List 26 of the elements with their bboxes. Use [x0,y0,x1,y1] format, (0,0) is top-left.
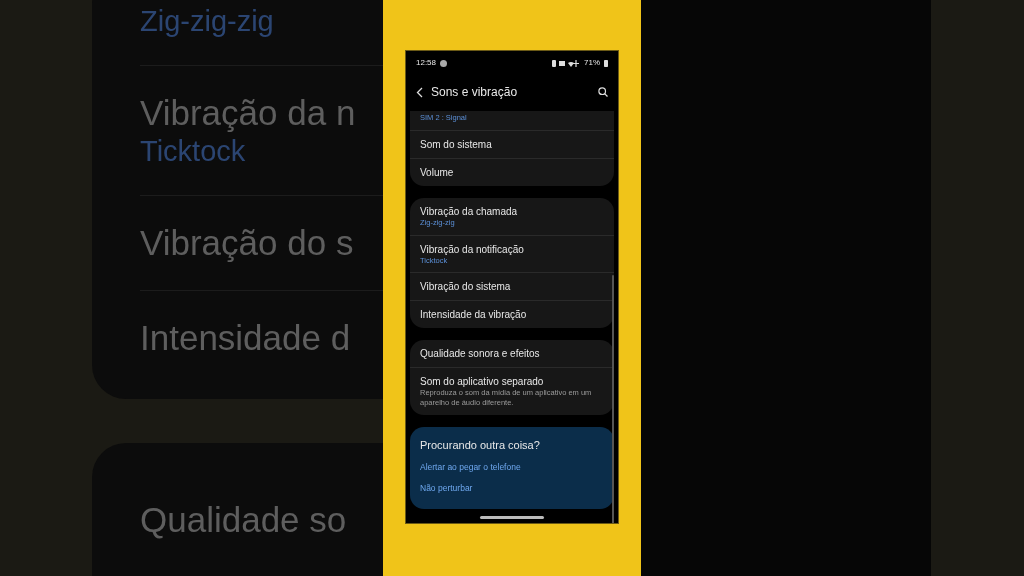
screen-title: Sons e vibração [431,84,519,101]
setting-title: Som do aplicativo separado [420,375,545,389]
status-icons-drawing [552,59,580,67]
status-time: 12:58 [416,57,437,69]
suggestion-title: Procurando outra coisa? [420,437,541,453]
setting-value: Zig-zig-zig [140,4,275,39]
setting-title: Vibração do s [140,221,355,264]
setting-title: Som do sistema [420,137,493,151]
battery-percent: 71% [584,57,600,69]
battery-icon [604,59,608,67]
notification-dot-icon [440,59,448,67]
settings-item[interactable]: Som do sistema [410,130,614,159]
settings-item[interactable]: Intensidade da vibração [410,301,614,329]
setting-title: Vibração da notificação [420,242,525,256]
setting-title: Intensidade d [140,316,352,359]
setting-title: Qualidade sonora e efeitos [420,347,541,361]
setting-title: Intensidade da vibração [420,308,528,322]
suggestion-link[interactable]: Alertar ao pegar o telefone [420,461,521,474]
settings-item[interactable]: Volume [410,158,614,186]
setting-title: Vibração da chamada [420,204,519,218]
suggestion-link[interactable]: Não perturbar [420,482,473,495]
setting-title: Qualidade so [140,498,348,541]
setting-value: Ticktock [140,133,247,169]
setting-title: Vibração da n [140,91,357,134]
setting-title: Vibração do sistema [420,280,512,294]
setting-title: Volume [420,165,455,179]
